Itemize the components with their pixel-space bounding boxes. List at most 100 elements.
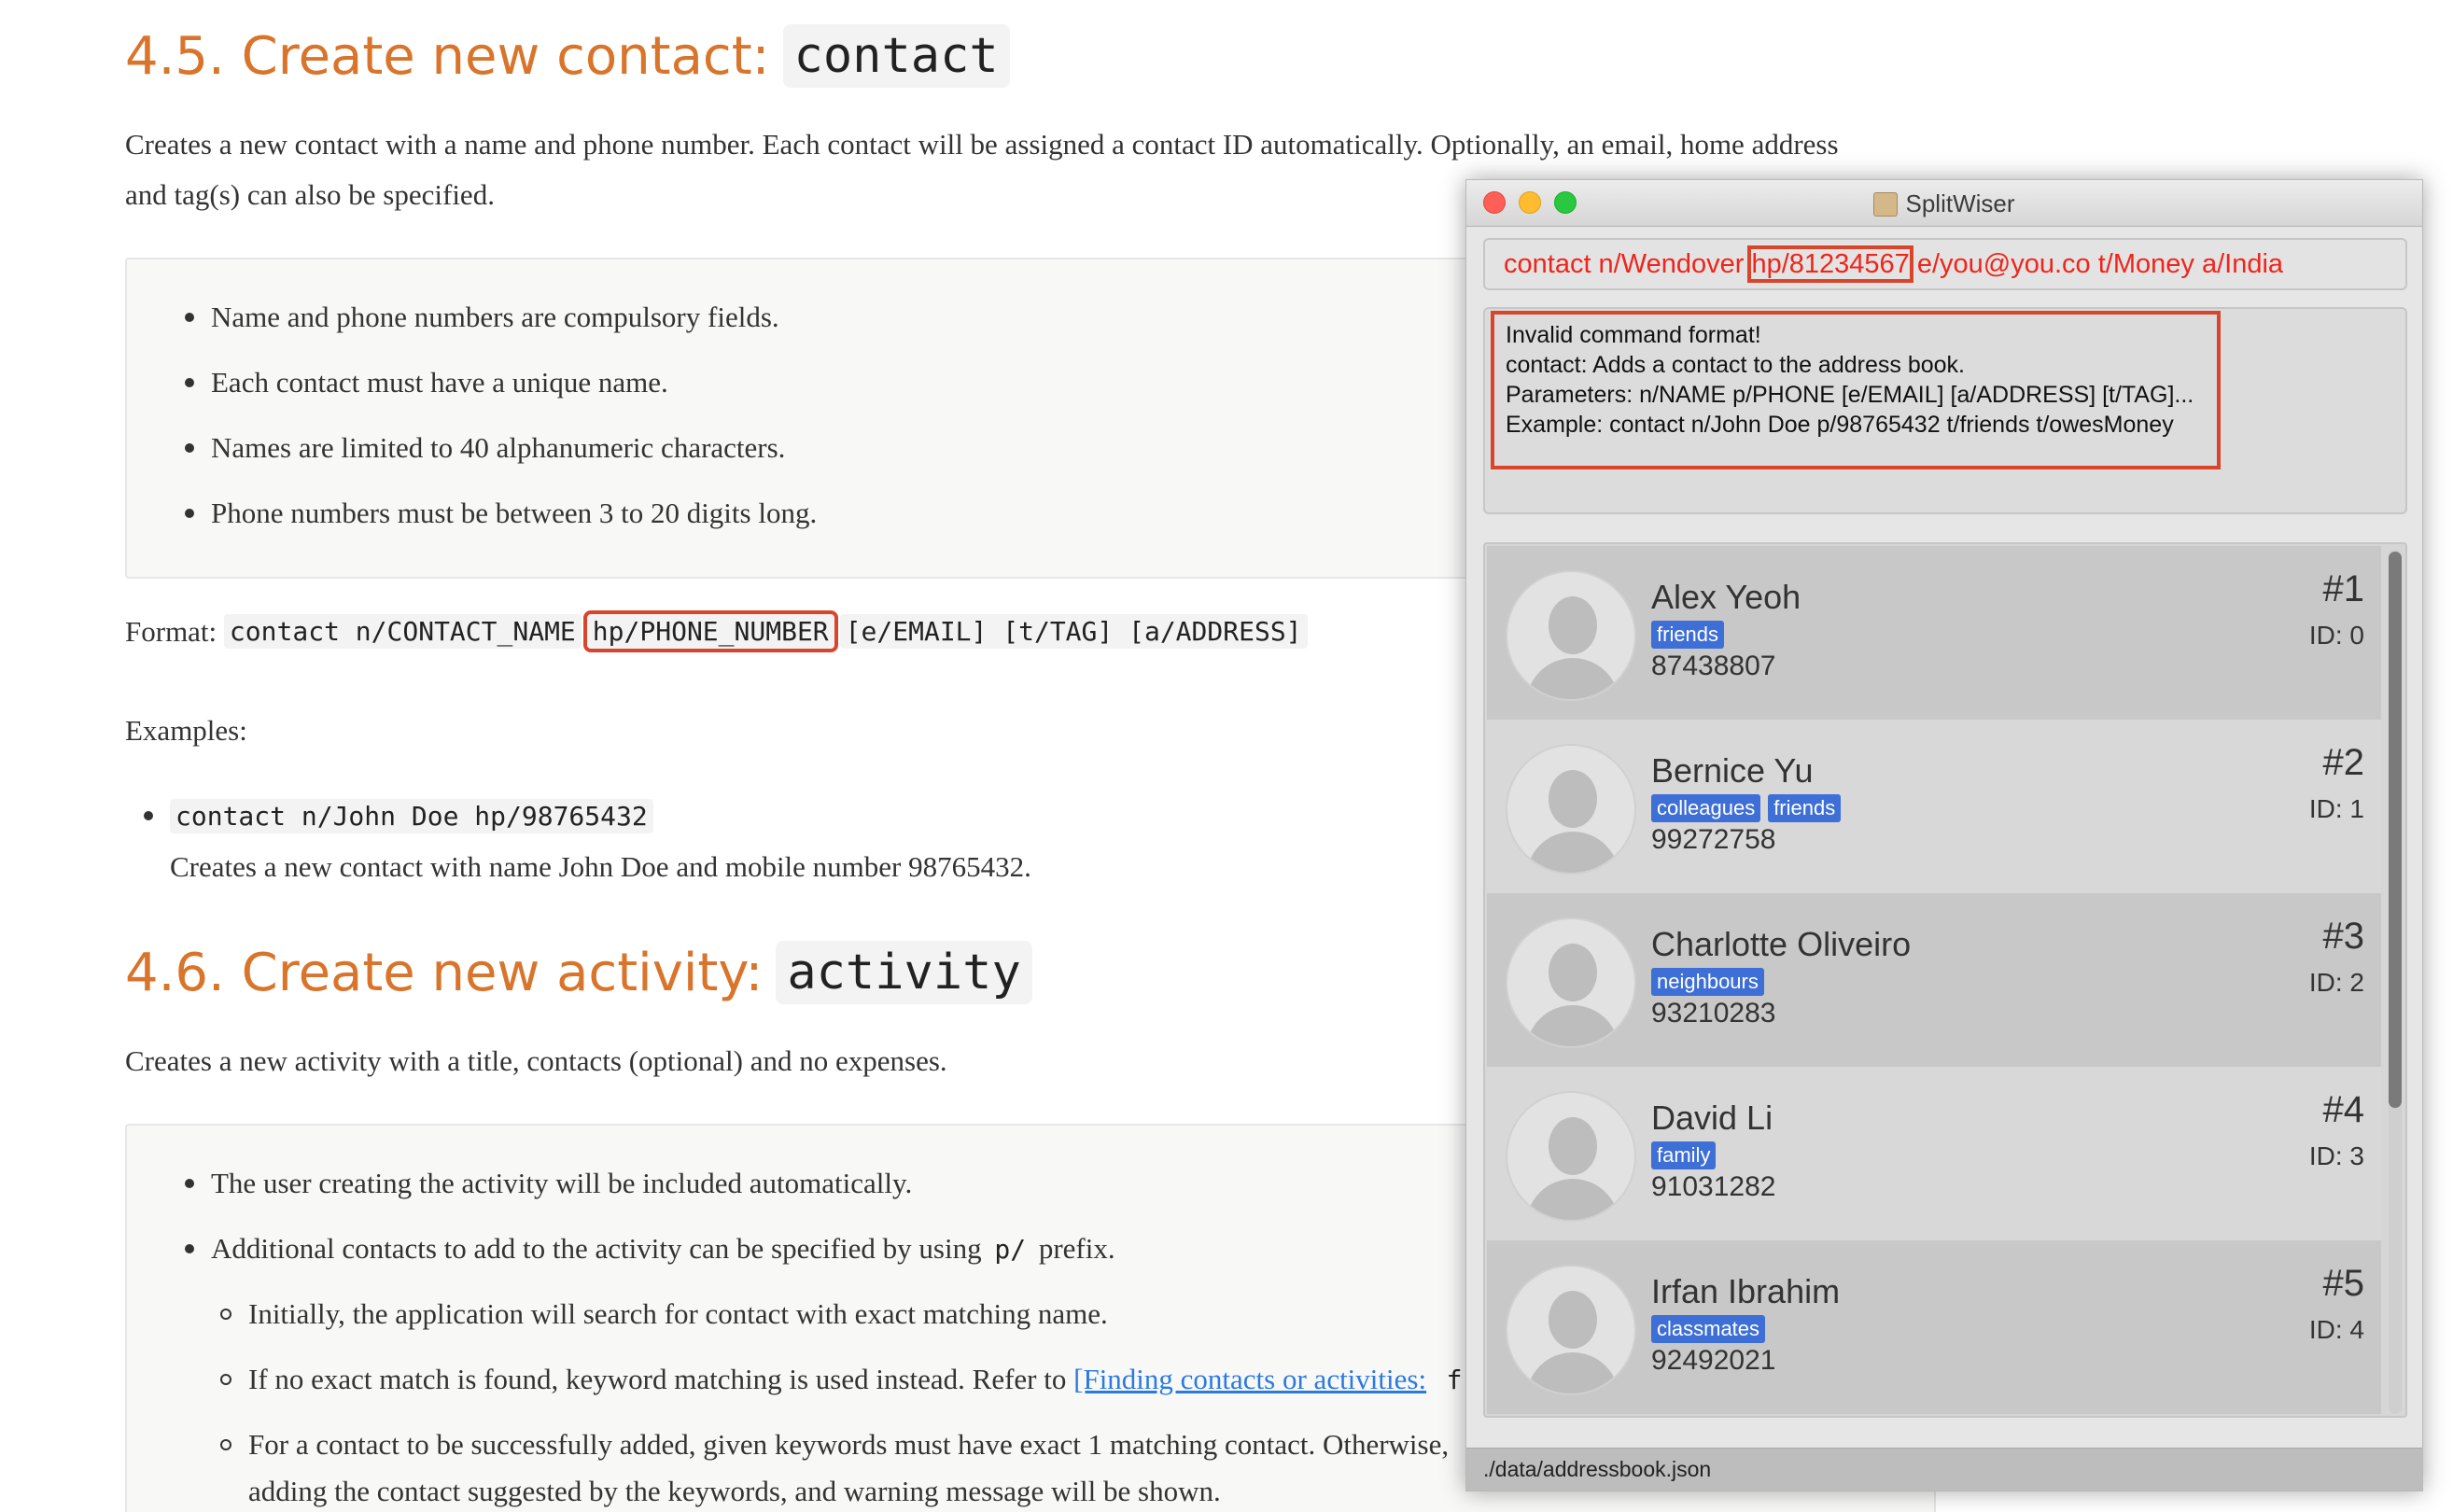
window-title: SplitWiser bbox=[1466, 189, 2422, 218]
section-title: Create new activity: bbox=[241, 942, 764, 1003]
sub-list-item: Initially, the application will search f… bbox=[220, 1297, 1108, 1331]
contact-index: #3 bbox=[2322, 916, 2365, 957]
contact-card[interactable]: Bernice Yu colleagues friends 99272758 #2… bbox=[1487, 720, 2381, 893]
command-input[interactable]: contact n/Wendover hp/81234567 e/you@you… bbox=[1483, 238, 2407, 290]
contact-index: #5 bbox=[2322, 1263, 2365, 1304]
finding-contacts-link[interactable]: [Finding contacts or activities: bbox=[1073, 1363, 1426, 1395]
contact-phone: 93210283 bbox=[1651, 998, 1776, 1029]
example-description: Creates a new contact with name John Doe… bbox=[170, 850, 1031, 883]
title-bar[interactable]: SplitWiser bbox=[1466, 180, 2422, 227]
tag-badge: colleagues bbox=[1651, 794, 1761, 822]
avatar-icon bbox=[1506, 1265, 1636, 1395]
avatar-icon bbox=[1506, 570, 1636, 701]
contact-index: #4 bbox=[2322, 1089, 2365, 1130]
examples-label: Examples: bbox=[125, 714, 247, 747]
app-icon bbox=[1873, 192, 1899, 217]
contact-index: #2 bbox=[2322, 742, 2365, 783]
tag-badge: neighbours bbox=[1651, 968, 1764, 996]
contact-card[interactable]: Irfan Ibrahim classmates 92492021 #5 ID:… bbox=[1487, 1240, 2381, 1414]
contact-tags: neighbours bbox=[1651, 968, 1764, 996]
activity-intro-paragraph: Creates a new activity with a title, con… bbox=[125, 1044, 947, 1077]
list-item: The user creating the activity will be i… bbox=[185, 1167, 913, 1200]
splitwiser-window: SplitWiser contact n/Wendover hp/8123456… bbox=[1465, 179, 2423, 1491]
contact-phone: 87438807 bbox=[1651, 651, 1776, 681]
status-bar: ./data/addressbook.json bbox=[1466, 1448, 2422, 1491]
section-command-code: contact bbox=[782, 24, 1010, 88]
command-text: e/you@you.co t/Money a/India bbox=[1909, 249, 2284, 279]
tag-badge: friends bbox=[1768, 794, 1842, 822]
result-line: contact: Adds a contact to the address b… bbox=[1506, 352, 1965, 378]
result-message-highlighted: Invalid command format! contact: Adds a … bbox=[1491, 311, 2221, 469]
format-code-highlighted: hp/PHONE_NUMBER bbox=[582, 610, 838, 652]
avatar-icon bbox=[1506, 917, 1636, 1048]
window-title-text: SplitWiser bbox=[1905, 189, 2015, 217]
contact-id: ID: 0 bbox=[2308, 621, 2364, 650]
tag-badge: friends bbox=[1651, 621, 1725, 649]
data-file-path: ./data/addressbook.json bbox=[1483, 1457, 1712, 1481]
section-title: Create new contact: bbox=[241, 25, 770, 87]
sub-list-item: If no exact match is found, keyword matc… bbox=[220, 1363, 1467, 1396]
contact-name: David Li bbox=[1651, 1099, 1773, 1137]
list-item-text: Initially, the application will search f… bbox=[248, 1297, 1108, 1330]
contact-name: Irfan Ibrahim bbox=[1651, 1272, 1841, 1310]
contact-tags: classmates bbox=[1651, 1315, 1766, 1343]
format-code-part: [e/EMAIL] [t/TAG] [a/ADDRESS] bbox=[839, 614, 1308, 649]
list-item-text: prefix. bbox=[1038, 1232, 1115, 1265]
list-item: Additional contacts to add to the activi… bbox=[185, 1232, 1115, 1266]
link-code: f bbox=[1446, 1365, 1463, 1395]
list-item: Phone numbers must be between 3 to 20 di… bbox=[185, 497, 818, 530]
contact-phone: 99272758 bbox=[1651, 824, 1776, 855]
list-item: Names are limited to 40 alphanumeric cha… bbox=[185, 431, 786, 465]
section-command-code: activity bbox=[776, 941, 1032, 1004]
scrollbar-thumb[interactable] bbox=[2389, 552, 2402, 1108]
contact-tags: family bbox=[1651, 1141, 1717, 1169]
command-text: contact n/Wendover bbox=[1504, 249, 1752, 279]
contact-card[interactable]: Alex Yeoh friends 87438807 #1 ID: 0 bbox=[1487, 546, 2381, 720]
contact-tags: colleagues friends bbox=[1651, 794, 1842, 822]
section-heading-create-activity: 4.6. Create new activity: activity bbox=[125, 941, 1032, 1004]
list-item-text: The user creating the activity will be i… bbox=[211, 1167, 913, 1199]
contact-id: ID: 3 bbox=[2308, 1141, 2364, 1170]
contact-id: ID: 4 bbox=[2308, 1315, 2364, 1344]
result-line: Example: contact n/John Doe p/98765432 t… bbox=[1506, 412, 2174, 438]
avatar-icon bbox=[1506, 1091, 1636, 1222]
format-label: Format: bbox=[125, 614, 217, 648]
sub-list-item-continuation: adding the contact suggested by the keyw… bbox=[248, 1475, 1221, 1508]
contact-phone: 91031282 bbox=[1651, 1171, 1776, 1202]
list-item-text: Name and phone numbers are compulsory fi… bbox=[211, 301, 779, 333]
contact-card[interactable]: Charlotte Oliveiro neighbours 93210283 #… bbox=[1487, 893, 2381, 1067]
contact-index: #1 bbox=[2322, 568, 2365, 609]
tag-badge: classmates bbox=[1651, 1315, 1766, 1343]
result-display[interactable]: Invalid command format! contact: Adds a … bbox=[1483, 307, 2407, 514]
list-item-text: Phone numbers must be between 3 to 20 di… bbox=[211, 497, 818, 529]
list-item-text: Each contact must have a unique name. bbox=[211, 366, 668, 399]
contact-name: Alex Yeoh bbox=[1651, 578, 1801, 616]
avatar-icon bbox=[1506, 744, 1636, 875]
contact-id: ID: 2 bbox=[2308, 968, 2364, 997]
contact-id: ID: 1 bbox=[2308, 794, 2364, 823]
list-item-text: For a contact to be successfully added, … bbox=[248, 1428, 1450, 1461]
sub-list-item: For a contact to be successfully added, … bbox=[220, 1428, 1450, 1462]
result-line: Parameters: n/NAME p/PHONE [e/EMAIL] [a/… bbox=[1506, 382, 2194, 408]
example-item: contact n/John Doe hp/98765432 bbox=[144, 799, 653, 833]
contact-phone: 92492021 bbox=[1651, 1345, 1776, 1376]
contact-name: Bernice Yu bbox=[1651, 751, 1814, 790]
prefix-code: p/ bbox=[994, 1234, 1027, 1265]
list-item-text: Names are limited to 40 alphanumeric cha… bbox=[211, 431, 786, 464]
format-line: Format: contact n/CONTACT_NAME hp/PHONE_… bbox=[125, 610, 1308, 652]
section-heading-create-contact: 4.5. Create new contact: contact bbox=[125, 24, 1010, 88]
tag-badge: family bbox=[1651, 1141, 1717, 1169]
contact-name: Charlotte Oliveiro bbox=[1651, 925, 1912, 963]
list-item-text: If no exact match is found, keyword matc… bbox=[248, 1363, 1067, 1395]
contact-card[interactable]: David Li family 91031282 #4 ID: 3 bbox=[1487, 1067, 2381, 1240]
command-text-highlighted: hp/81234567 bbox=[1747, 245, 1913, 283]
format-code-part: contact n/CONTACT_NAME bbox=[223, 614, 582, 649]
list-item: Each contact must have a unique name. bbox=[185, 366, 668, 399]
list-item-text: adding the contact suggested by the keyw… bbox=[248, 1475, 1221, 1507]
section-number: 4.6. bbox=[125, 942, 225, 1003]
list-item-text: Additional contacts to add to the activi… bbox=[211, 1232, 982, 1265]
result-line: Invalid command format! bbox=[1506, 322, 1761, 348]
contact-list[interactable]: Alex Yeoh friends 87438807 #1 ID: 0 Bern… bbox=[1483, 542, 2407, 1418]
section-number: 4.5. bbox=[125, 25, 225, 87]
contact-tags: friends bbox=[1651, 621, 1725, 649]
